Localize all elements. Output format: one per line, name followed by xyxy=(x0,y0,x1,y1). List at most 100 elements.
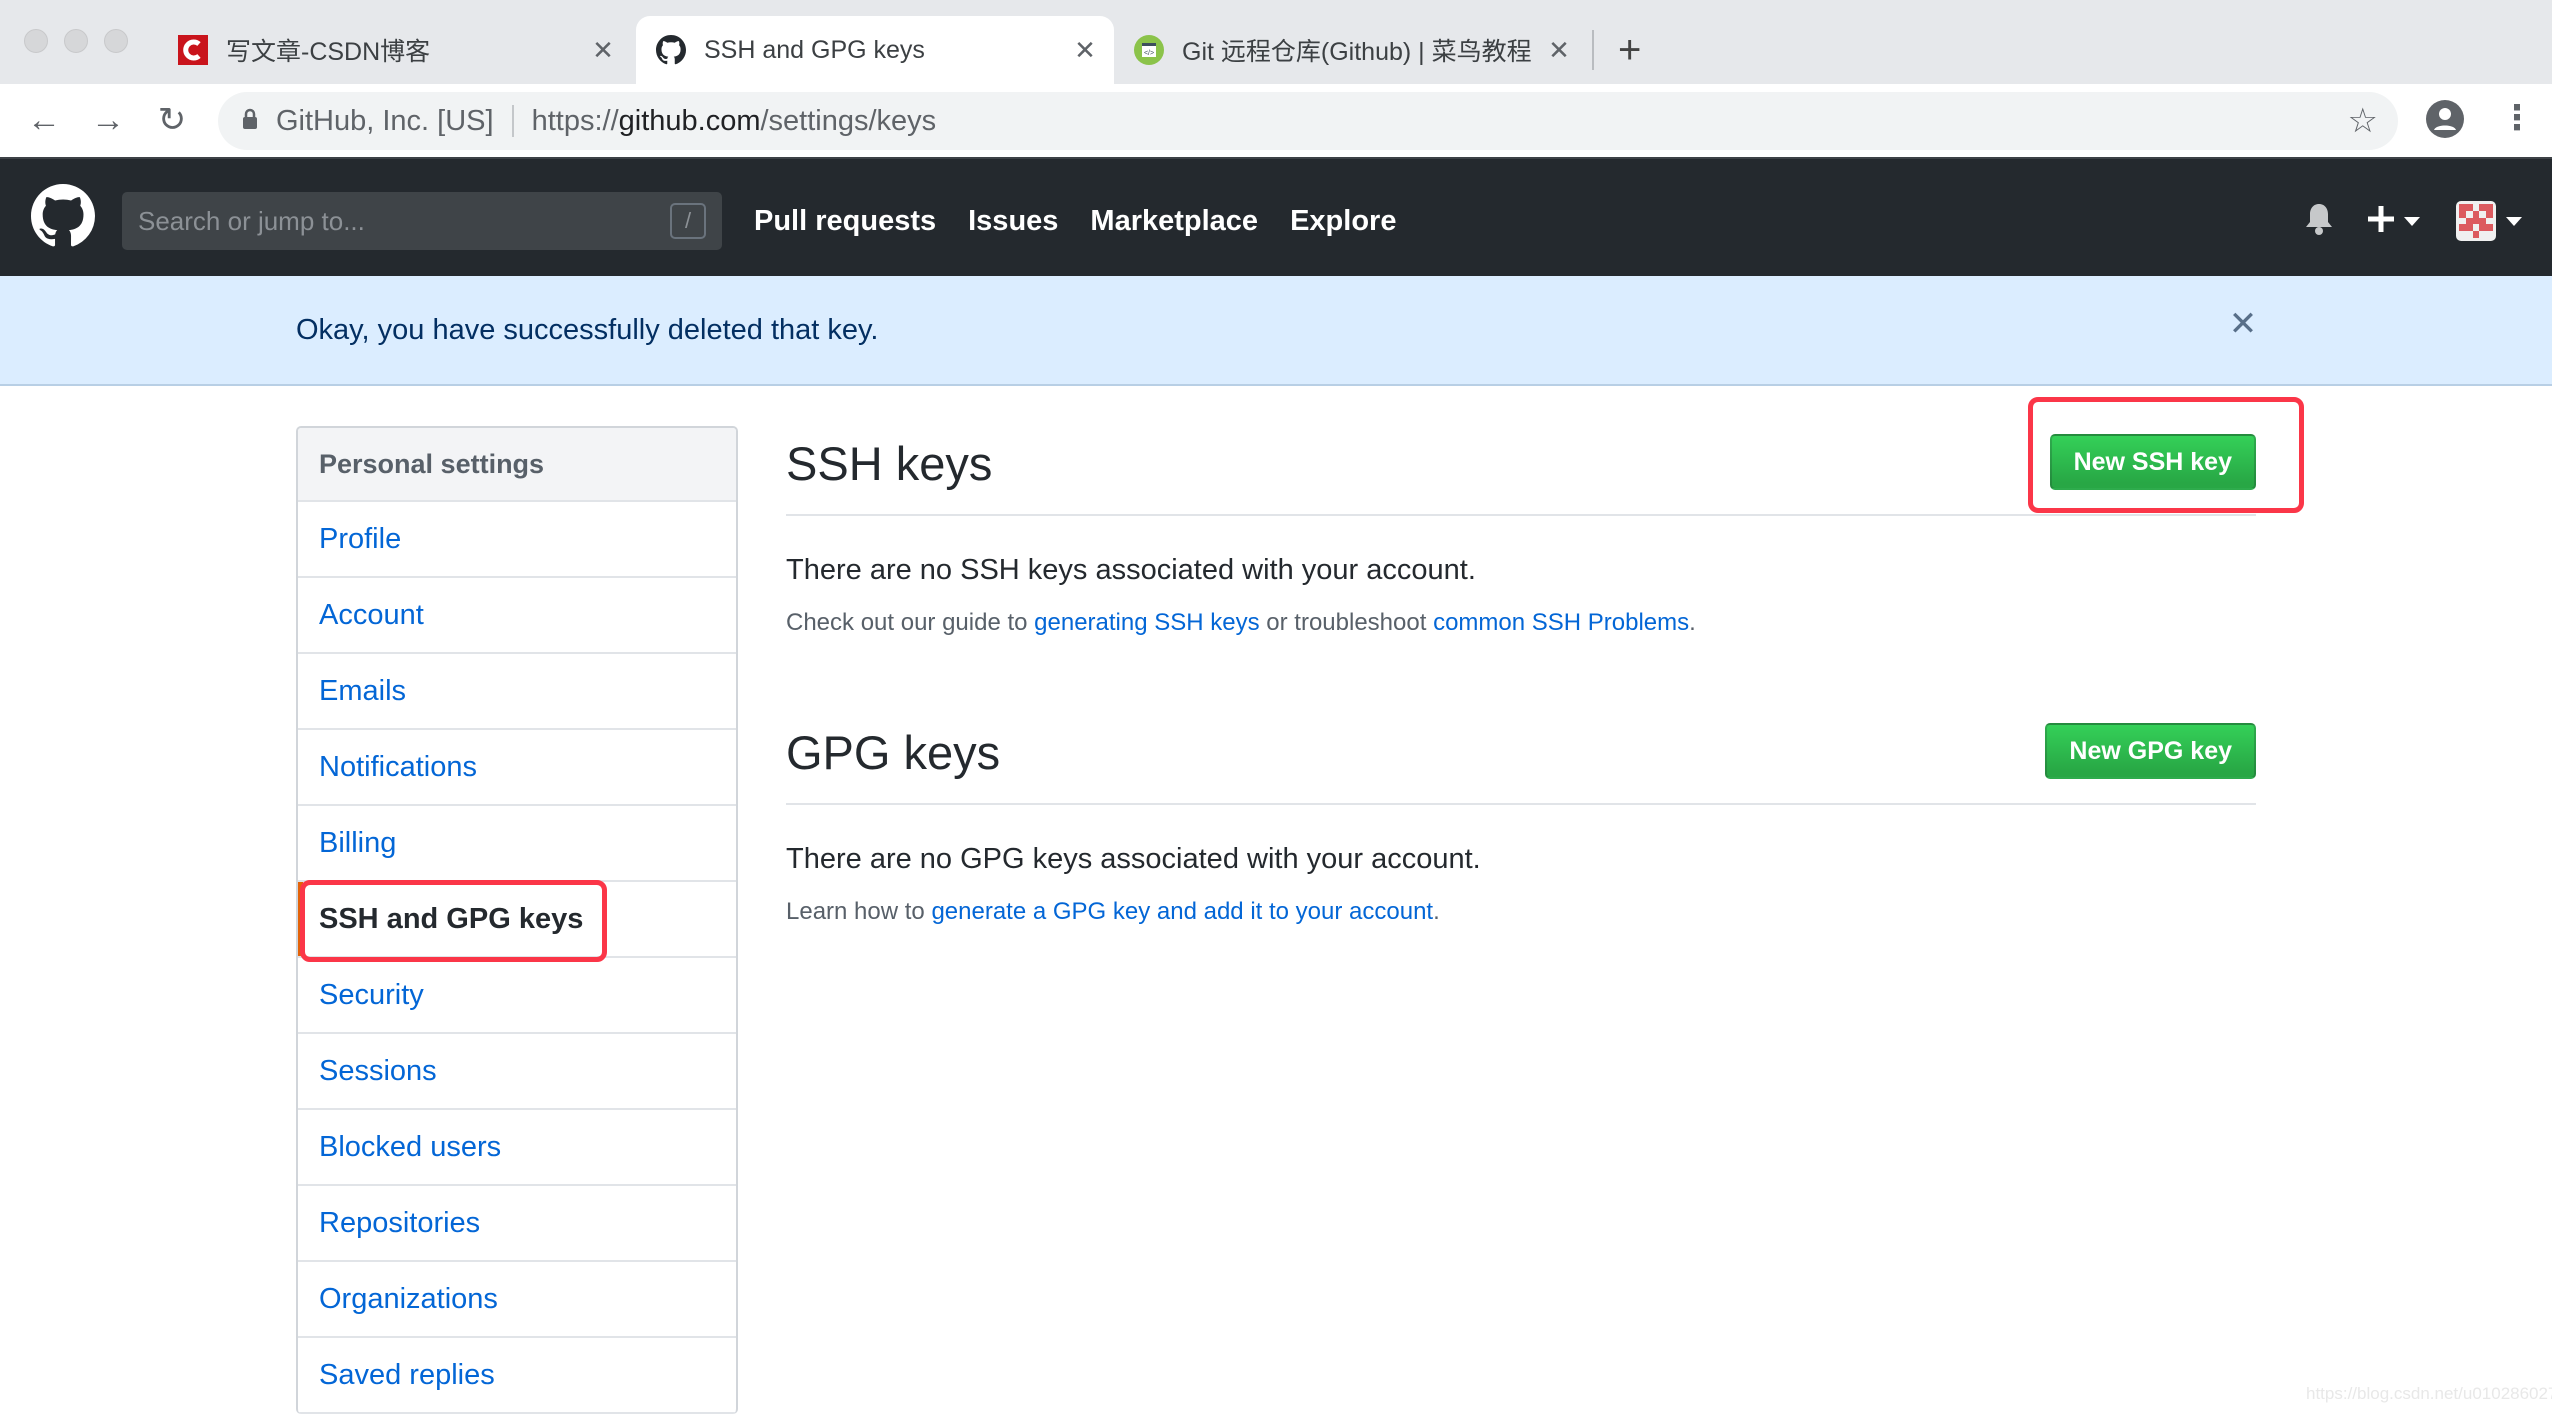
generate-gpg-key-link[interactable]: generate a GPG key and add it to your ac… xyxy=(931,898,1433,925)
url-path: /settings/keys xyxy=(760,104,937,137)
ssh-empty-message: There are no SSH keys associated with yo… xyxy=(786,554,1476,586)
flash-message: Okay, you have successfully deleted that… xyxy=(296,314,879,346)
sidebar-heading: Personal settings xyxy=(298,428,736,502)
avatar-cell xyxy=(2486,224,2493,232)
search-input[interactable] xyxy=(138,205,658,237)
avatar-cell xyxy=(2479,217,2487,225)
sidebar-item-ssh-gpg-keys[interactable]: SSH and GPG keys xyxy=(298,882,736,958)
sidebar-item-notifications[interactable]: Notifications xyxy=(298,730,736,806)
close-icon[interactable]: ✕ xyxy=(2228,304,2258,344)
gpg-help-prefix: Learn how to xyxy=(786,898,932,925)
new-tab-button[interactable]: + xyxy=(1618,24,1641,76)
bell-icon xyxy=(2304,202,2334,241)
ssh-help-text: Check out our guide to generating SSH ke… xyxy=(786,609,2256,637)
nav-explore[interactable]: Explore xyxy=(1290,205,1396,238)
forward-arrow-icon[interactable]: → xyxy=(88,100,128,140)
browser-tab-csdn[interactable]: 写文章-CSDN博客 ✕ xyxy=(178,16,618,84)
flash-notice: Okay, you have successfully deleted that… xyxy=(0,276,2552,386)
gpg-help-text: Learn how to generate a GPG key and add … xyxy=(786,898,2256,926)
browser-menu-icon[interactable]: ⋮ xyxy=(2500,98,2534,138)
browser-tab-github[interactable]: SSH and GPG keys ✕ xyxy=(636,16,1114,84)
sidebar-item-emails[interactable]: Emails xyxy=(298,654,736,730)
avatar-cell xyxy=(2486,231,2493,238)
new-gpg-key-button[interactable]: New GPG key xyxy=(2045,723,2256,779)
address-divider xyxy=(511,105,514,137)
url-host: github.com xyxy=(618,104,761,137)
gpg-section-header: GPG keys New GPG key xyxy=(786,689,2256,805)
sidebar-item-repositories[interactable]: Repositories xyxy=(298,1186,736,1262)
avatar-cell xyxy=(2486,204,2493,211)
common-ssh-problems-link[interactable]: common SSH Problems xyxy=(1433,609,1689,636)
sidebar-item-security[interactable]: Security xyxy=(298,958,736,1034)
avatar-cell xyxy=(2466,211,2473,218)
site-identity: GitHub, Inc. [US] xyxy=(276,104,494,137)
sidebar-item-account[interactable]: Account xyxy=(298,578,736,654)
tab-close-icon[interactable]: ✕ xyxy=(1544,35,1574,66)
lock-icon xyxy=(242,105,258,138)
ssh-help-middle: or troubleshoot xyxy=(1259,609,1434,636)
avatar-cell xyxy=(2465,224,2473,232)
github-icon xyxy=(656,35,686,65)
window-minimize-light[interactable] xyxy=(64,29,88,53)
gpg-empty-message: There are no GPG keys associated with yo… xyxy=(786,843,1481,875)
user-menu-dropdown[interactable] xyxy=(2456,196,2522,246)
tab-title: SSH and GPG keys xyxy=(704,35,925,64)
nav-marketplace[interactable]: Marketplace xyxy=(1090,205,1258,238)
search-shortcut-hint: / xyxy=(670,203,706,239)
csdn-icon xyxy=(178,35,208,65)
notifications-button[interactable] xyxy=(2304,196,2334,246)
ssh-help-suffix: . xyxy=(1689,609,1696,636)
gpg-keys-title: GPG keys xyxy=(786,726,1001,779)
header-nav: Pull requests Issues Marketplace Explore xyxy=(754,192,1428,250)
window-zoom-light[interactable] xyxy=(104,29,128,53)
back-arrow-icon[interactable]: ← xyxy=(24,100,64,140)
browser-toolbar: ← → ↻ GitHub, Inc. [US] https:// github.… xyxy=(0,84,2552,157)
runoob-icon: </> xyxy=(1134,35,1164,65)
avatar-cell xyxy=(2486,210,2493,218)
avatar-cell xyxy=(2472,217,2480,225)
ssh-keys-title: SSH keys xyxy=(786,437,993,490)
new-ssh-key-button[interactable]: New SSH key xyxy=(2049,434,2256,490)
generating-ssh-keys-link[interactable]: generating SSH keys xyxy=(1034,609,1259,636)
bookmark-star-icon[interactable]: ☆ xyxy=(2348,101,2378,141)
sidebar-item-sessions[interactable]: Sessions xyxy=(298,1034,736,1110)
search-box[interactable]: / xyxy=(122,192,722,250)
tab-close-icon[interactable]: ✕ xyxy=(1070,35,1100,66)
browser-tab-bar: 写文章-CSDN博客 ✕ SSH and GPG keys ✕ </> Git … xyxy=(0,0,2552,84)
browser-tab-runoob[interactable]: </> Git 远程仓库(Github) | 菜鸟教程 ✕ xyxy=(1134,16,1574,84)
sidebar-item-profile[interactable]: Profile xyxy=(298,502,736,578)
url-scheme: https:// xyxy=(531,104,619,137)
nav-pull-requests[interactable]: Pull requests xyxy=(754,205,936,238)
avatar-cell xyxy=(2479,204,2487,211)
reload-icon[interactable]: ↻ xyxy=(152,100,192,140)
ssh-keys-section: SSH keys New SSH key There are no SSH ke… xyxy=(786,400,2256,637)
sidebar-item-organizations[interactable]: Organizations xyxy=(298,1262,736,1338)
sidebar-item-blocked-users[interactable]: Blocked users xyxy=(298,1110,736,1186)
window-close-light[interactable] xyxy=(24,29,48,53)
tab-close-icon[interactable]: ✕ xyxy=(588,35,618,66)
ssh-help-prefix: Check out our guide to xyxy=(786,609,1035,636)
avatar-cell xyxy=(2479,231,2486,238)
address-bar[interactable]: GitHub, Inc. [US] https:// github.com /s… xyxy=(218,92,2398,150)
nav-issues[interactable]: Issues xyxy=(968,205,1058,238)
sidebar-item-saved-replies[interactable]: Saved replies xyxy=(298,1338,736,1414)
settings-sidebar: Personal settings Profile Account Emails… xyxy=(296,426,738,1414)
sidebar-item-billing[interactable]: Billing xyxy=(298,806,736,882)
avatar-cell xyxy=(2466,231,2473,238)
profile-icon[interactable] xyxy=(2426,100,2464,138)
avatar-cell xyxy=(2486,218,2493,225)
watermark: https://blog.csdn.net/u010286027 xyxy=(2306,1384,2552,1403)
avatar-cell xyxy=(2459,231,2466,238)
chevron-down-icon xyxy=(2506,216,2522,226)
avatar-cell xyxy=(2465,204,2473,211)
tab-title: 写文章-CSDN博客 xyxy=(226,38,431,66)
avatar-cell xyxy=(2459,224,2466,232)
svg-text:</>: </> xyxy=(1144,50,1154,57)
gpg-keys-section: GPG keys New GPG key There are no GPG ke… xyxy=(786,689,2256,926)
avatar-cell xyxy=(2473,224,2480,231)
create-new-dropdown[interactable] xyxy=(2368,196,2420,246)
ssh-section-header: SSH keys New SSH key xyxy=(786,400,2256,516)
avatar-cell xyxy=(2459,218,2466,225)
github-logo-icon[interactable] xyxy=(31,184,95,248)
plus-icon xyxy=(2368,205,2394,237)
